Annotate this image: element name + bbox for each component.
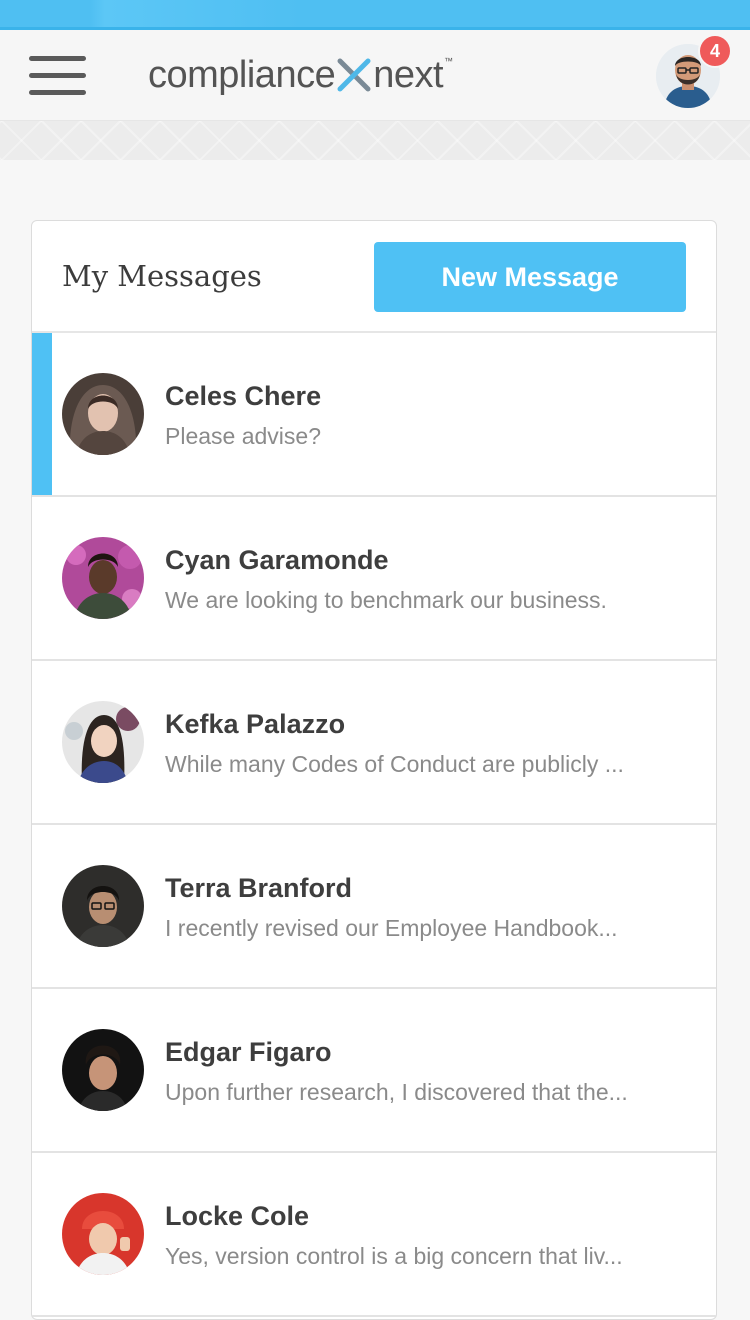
contact-avatar	[62, 537, 144, 619]
contact-name: Celes Chere	[165, 381, 322, 411]
message-preview: I recently revised our Employee Handbook…	[165, 915, 618, 941]
contact-avatar	[62, 1193, 144, 1275]
decorative-pattern-band	[0, 121, 750, 160]
message-preview: Upon further research, I discovered that…	[165, 1079, 628, 1105]
logo-text-next: next	[373, 53, 444, 96]
notification-badge[interactable]: 4	[698, 34, 732, 68]
message-list-item[interactable]: Kefka Palazzo While many Codes of Conduc…	[32, 661, 716, 825]
status-strip	[0, 0, 750, 30]
contact-name: Terra Branford	[165, 873, 353, 903]
hamburger-menu-icon[interactable]	[29, 56, 87, 96]
contact-avatar	[62, 701, 144, 783]
hamburger-line	[29, 90, 86, 95]
new-message-button[interactable]: New Message	[374, 242, 686, 312]
contact-name: Kefka Palazzo	[165, 709, 346, 739]
hamburger-line	[29, 73, 86, 78]
page-title: My Messages	[62, 259, 262, 293]
hamburger-line	[29, 56, 86, 61]
trademark-mark: ™	[444, 56, 453, 66]
message-list-item[interactable]: Celes Chere Please advise?	[32, 333, 716, 497]
message-list-item[interactable]: Cyan Garamonde We are looking to benchma…	[32, 497, 716, 661]
message-preview: While many Codes of Conduct are publicly…	[165, 751, 624, 777]
contact-avatar	[62, 865, 144, 947]
contact-name: Edgar Figaro	[165, 1037, 332, 1067]
message-list-item[interactable]: Locke Cole Yes, version control is a big…	[32, 1153, 716, 1317]
app-logo[interactable]: compliance next ™	[148, 52, 453, 98]
message-list-item[interactable]: Terra Branford I recently revised our Em…	[32, 825, 716, 989]
contact-avatar	[62, 1029, 144, 1111]
app-header: compliance next ™ 4	[0, 30, 750, 121]
x-logo-icon	[337, 58, 371, 92]
contact-avatar	[62, 373, 144, 455]
logo-text-compliance: compliance	[148, 53, 336, 96]
message-preview: Please advise?	[165, 423, 321, 449]
profile-button[interactable]: 4	[656, 34, 732, 108]
message-preview: We are looking to benchmark our business…	[165, 587, 607, 613]
messages-card: My Messages New Message Celes Chere Plea…	[31, 220, 717, 1320]
contact-name: Locke Cole	[165, 1201, 310, 1231]
message-list-item[interactable]: Edgar Figaro Upon further research, I di…	[32, 989, 716, 1153]
contact-name: Cyan Garamonde	[165, 545, 389, 575]
message-preview: Yes, version control is a big concern th…	[165, 1243, 623, 1269]
messages-card-header: My Messages New Message	[32, 221, 716, 333]
